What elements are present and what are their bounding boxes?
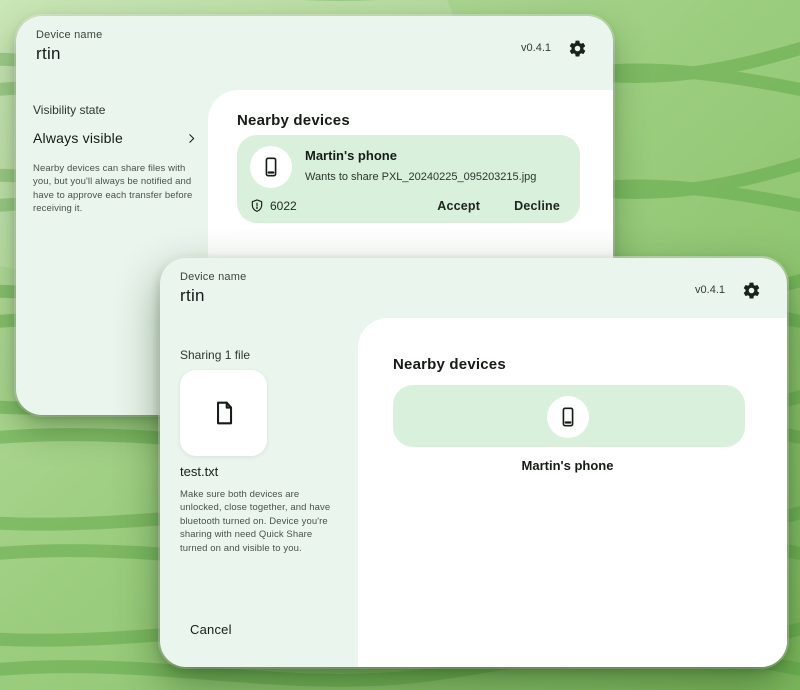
device-name-value: rtin <box>36 44 102 64</box>
decline-button[interactable]: Decline <box>514 199 560 213</box>
device-name-value: rtin <box>180 286 246 306</box>
pin-code: 6022 <box>270 199 297 213</box>
device-name-label: Device name <box>180 271 246 283</box>
file-preview-tile <box>180 370 267 456</box>
chevron-right-icon <box>185 132 198 145</box>
file-icon <box>211 400 237 426</box>
device-avatar <box>547 396 589 438</box>
device-name: Martin's phone <box>522 458 614 473</box>
visibility-selector[interactable]: Always visible <box>33 130 198 146</box>
visibility-value: Always visible <box>33 130 123 146</box>
card-footer: 6022 Accept Decline <box>250 198 564 213</box>
nearby-device-card[interactable]: Martin's phone <box>393 385 745 447</box>
header-actions: v0.4.1 <box>695 258 761 322</box>
incoming-share-card: Martin's phone Wants to share PXL_202402… <box>237 135 580 223</box>
sidebar-sharing: Sharing 1 file test.txt Make sure both d… <box>160 318 358 667</box>
settings-button[interactable] <box>741 280 761 300</box>
gear-icon <box>568 39 587 58</box>
device-name: Martin's phone <box>305 148 536 163</box>
accept-button[interactable]: Accept <box>437 199 480 213</box>
sharing-status-label: Sharing 1 file <box>180 348 250 362</box>
visibility-state-label: Visibility state <box>33 103 105 117</box>
gear-icon <box>742 281 761 300</box>
share-request-message: Wants to share PXL_20240225_095203215.jp… <box>305 171 536 183</box>
card-actions: Accept Decline <box>437 199 564 213</box>
shield-icon <box>250 198 264 213</box>
nearby-devices-panel: Nearby devices Martin's phone <box>358 318 787 667</box>
sharing-instructions: Make sure both devices are unlocked, clo… <box>180 488 338 555</box>
window-header: Device name rtin <box>180 271 246 306</box>
quickshare-window-sending: Device name rtin v0.4.1 Sharing 1 file t… <box>160 258 787 667</box>
smartphone-icon <box>557 406 579 428</box>
version-label: v0.4.1 <box>695 284 725 296</box>
device-name-label: Device name <box>36 29 102 41</box>
window-header: Device name rtin <box>36 29 102 64</box>
smartphone-icon <box>260 156 282 178</box>
device-texts: Martin's phone Wants to share PXL_202402… <box>305 146 536 183</box>
nearby-devices-heading: Nearby devices <box>237 112 350 129</box>
file-name: test.txt <box>180 464 218 479</box>
settings-button[interactable] <box>567 38 587 58</box>
nearby-devices-heading: Nearby devices <box>393 356 506 373</box>
visibility-description: Nearby devices can share files with you,… <box>33 162 195 216</box>
device-avatar <box>250 146 292 188</box>
device-info: Martin's phone Wants to share PXL_202402… <box>250 146 564 188</box>
version-label: v0.4.1 <box>521 42 551 54</box>
pin-group: 6022 <box>250 198 297 213</box>
header-actions: v0.4.1 <box>521 16 587 80</box>
cancel-button[interactable]: Cancel <box>190 622 232 637</box>
